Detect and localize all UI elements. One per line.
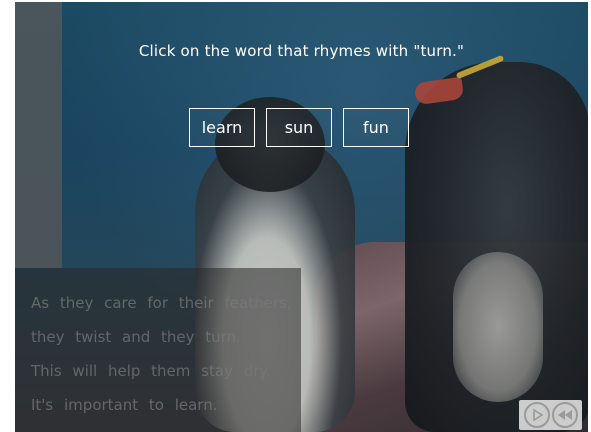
answer-options: learn sun fun: [189, 108, 409, 147]
question-prompt: Click on the word that rhymes with "turn…: [138, 42, 465, 60]
rewind-button[interactable]: [551, 402, 578, 428]
playback-controls: [519, 400, 582, 430]
story-line: As they care for their feathers,: [31, 294, 292, 312]
activity-stage: Click on the word that rhymes with "turn…: [15, 2, 588, 432]
answer-button-learn[interactable]: learn: [189, 108, 255, 147]
story-line: they twist and they turn.: [31, 328, 241, 346]
play-button[interactable]: [523, 402, 550, 428]
answer-button-fun[interactable]: fun: [343, 108, 409, 147]
penguin-right-belly-image: [453, 252, 543, 402]
answer-button-sun[interactable]: sun: [266, 108, 332, 147]
story-line: It's important to learn.: [31, 396, 218, 414]
story-line: This will help them stay dry.: [31, 362, 271, 380]
story-text-panel: As they care for their feathers, they tw…: [15, 268, 301, 432]
rewind-icon: [557, 410, 572, 420]
play-icon: [532, 408, 544, 422]
